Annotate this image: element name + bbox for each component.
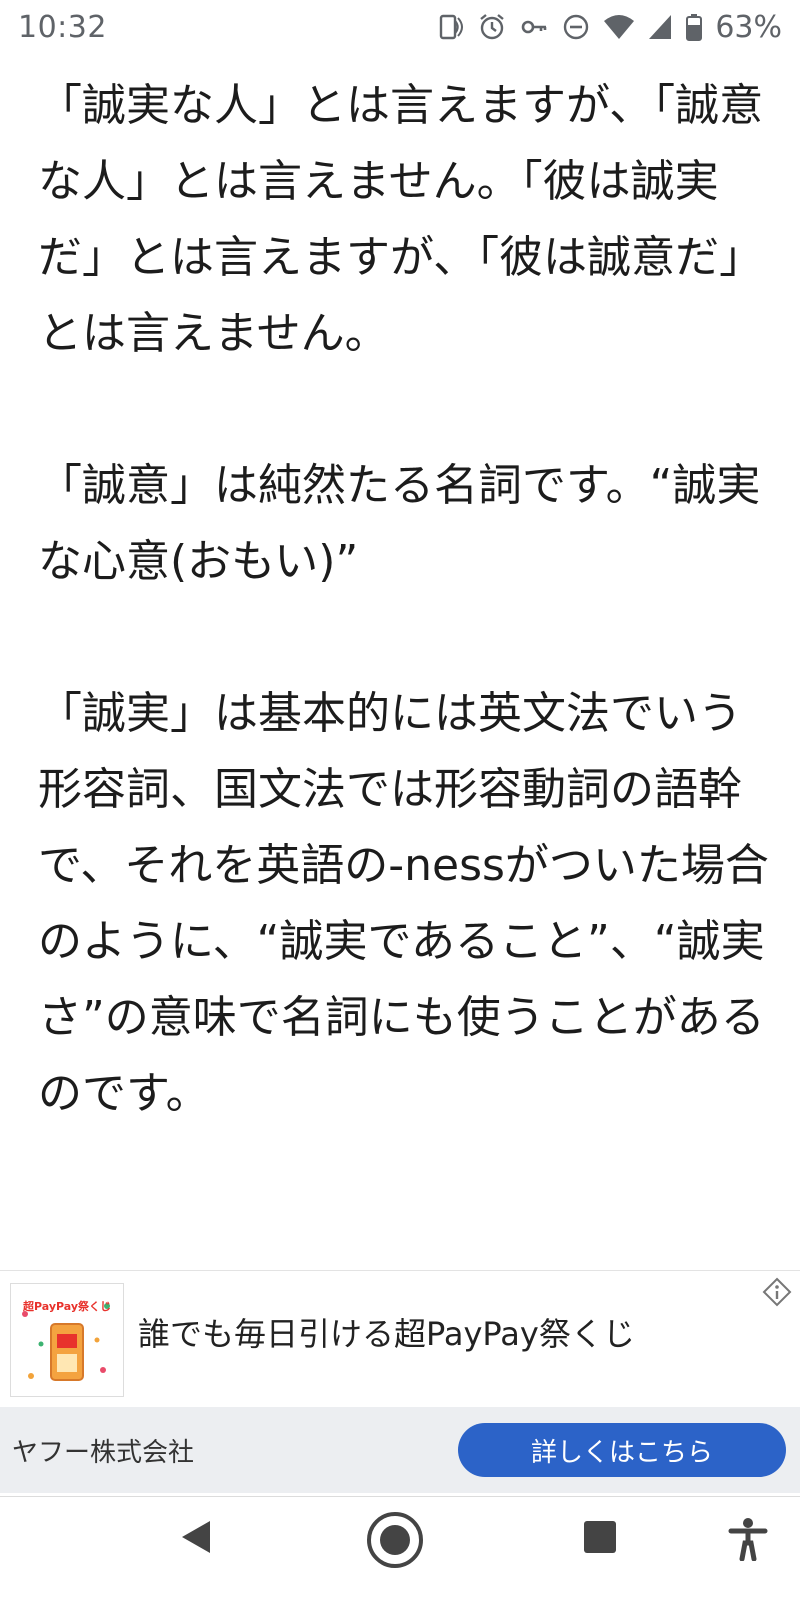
status-icons: 63% (435, 10, 782, 45)
key-icon (519, 12, 549, 42)
ad-thumbnail[interactable]: 超PayPay祭くじ (10, 1283, 124, 1397)
battery-percent: 63% (715, 9, 782, 45)
article-paragraph: 「誠実」は基本的には英文法でいう形容詞、国文法では形容動詞の語幹で、それを英語の… (38, 688, 769, 1119)
ad-advertiser: ヤフー株式会社 (12, 1437, 195, 1468)
battery-icon (685, 12, 703, 42)
status-bar: 10:32 63% (0, 0, 800, 54)
accessibility-icon[interactable] (728, 1517, 768, 1561)
dnd-icon (561, 12, 591, 42)
ad-cta-button[interactable]: 詳しくはこちら (458, 1423, 786, 1477)
back-icon[interactable] (176, 1517, 216, 1557)
article-paragraph: 「誠意」は純然たる名詞です。“誠実な心意(おもい)” (38, 460, 761, 587)
home-icon[interactable] (366, 1511, 424, 1569)
recents-icon[interactable] (582, 1519, 618, 1555)
signal-icon (647, 12, 673, 42)
nfc-icon (435, 12, 465, 42)
ad-thumb-text: 超PayPay祭くじ (22, 1300, 112, 1313)
ad-title[interactable]: 誰でも毎日引ける超PayPay祭くじ (138, 1309, 635, 1355)
alarm-icon (477, 12, 507, 42)
status-time: 10:32 (18, 9, 107, 45)
article-paragraph: 「誠実な人」とは言えますが、「誠意な人」とは言えません。「彼は誠実だ」とは言えま… (38, 80, 764, 359)
navigation-bar (0, 1496, 800, 1601)
ad-banner[interactable]: 超PayPay祭くじ 誰でも毎日引ける超PayPay祭くじ ヤフー株式会社 詳し… (0, 1270, 800, 1493)
ad-footer: ヤフー株式会社 詳しくはこちら (0, 1407, 800, 1493)
wifi-icon (603, 12, 635, 42)
ad-info-icon[interactable] (762, 1277, 792, 1311)
article-body: 「誠実な人」とは言えますが、「誠意な人」とは言えません。「彼は誠実だ」とは言えま… (38, 68, 778, 1268)
